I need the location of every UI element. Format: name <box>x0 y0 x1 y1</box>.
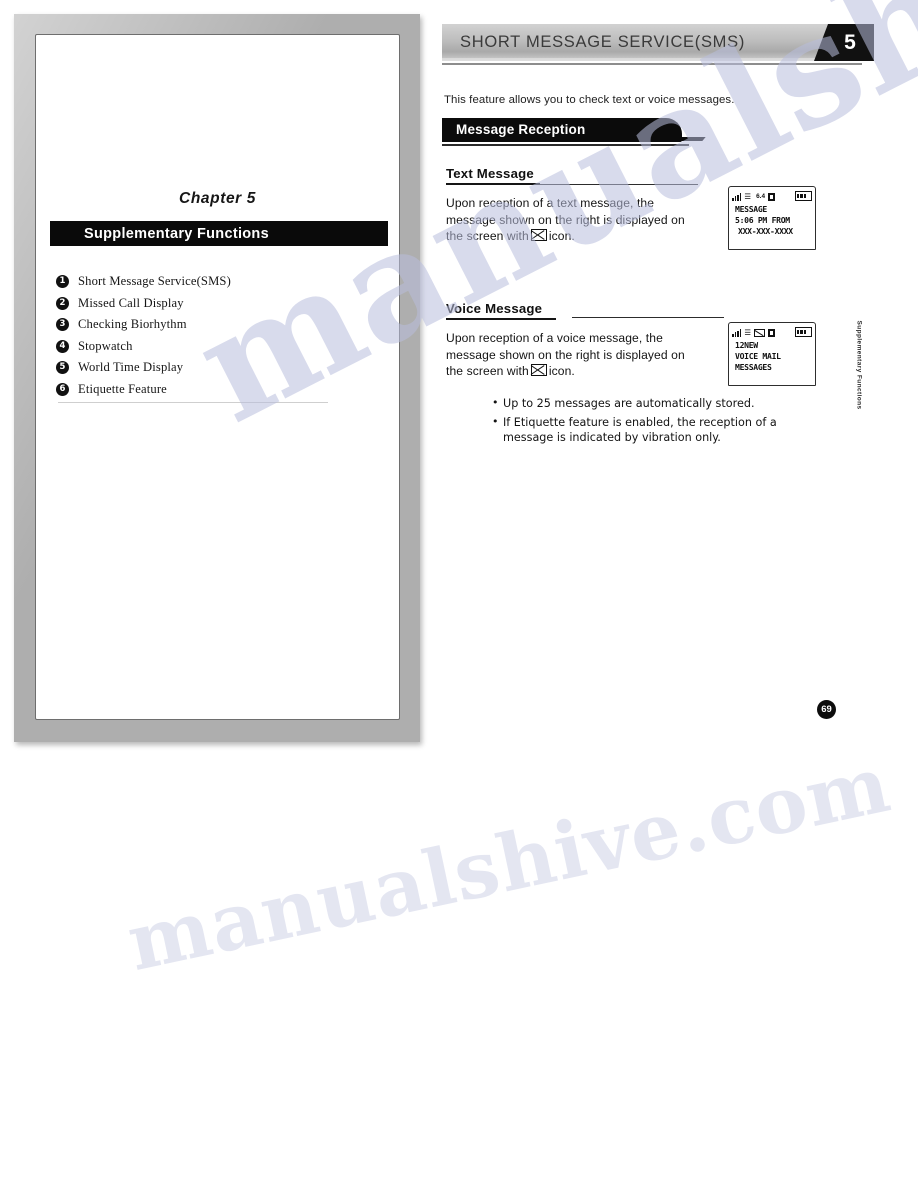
list-item[interactable]: 4 Stopwatch <box>56 336 376 358</box>
body-line: message shown on the right is displayed … <box>446 212 685 227</box>
note-item: Up to 25 messages are automatically stor… <box>492 395 782 411</box>
signal-bars-icon <box>732 193 742 201</box>
heading-underline-extension <box>572 317 724 319</box>
chapter-toc-list: 1 Short Message Service(SMS) 2 Missed Ca… <box>56 271 376 400</box>
roaming-icon: ☰ <box>744 328 752 337</box>
toc-marker-icon: 3 <box>56 318 69 332</box>
envelope-icon <box>754 329 766 337</box>
heading-underline <box>446 318 556 321</box>
toc-item-label: Missed Call Display <box>78 295 184 310</box>
body-line-pre: the screen with <box>446 229 529 244</box>
chapter-title-bar: Supplementary Functions <box>50 221 388 246</box>
lcd-line: VOICE MAIL <box>735 351 781 362</box>
lcd-line: 12NEW <box>735 340 758 350</box>
toc-marker-icon: 1 <box>56 275 69 289</box>
block-icon <box>768 329 776 337</box>
voice-message-body: Upon reception of a voice message, the m… <box>446 330 698 380</box>
notes-list: Up to 25 messages are automatically stor… <box>492 395 782 450</box>
lcd-line: MESSAGES <box>735 362 772 373</box>
manual-content-page: SHORT MESSAGE SERVICE(SMS) 5 This featur… <box>430 0 918 1188</box>
section-banner: Message Reception <box>442 118 706 142</box>
chapter-header-banner: SHORT MESSAGE SERVICE(SMS) 5 <box>442 24 874 61</box>
heading-underline <box>446 183 540 186</box>
lcd-status-number: 6.4 <box>756 193 765 200</box>
page-title: SHORT MESSAGE SERVICE(SMS) <box>460 33 746 51</box>
text-message-heading: Text Message <box>446 166 534 181</box>
block-icon <box>768 193 775 201</box>
lcd-text: 12NEW VOICE MAIL MESSAGES <box>735 340 812 374</box>
envelope-icon <box>530 229 547 242</box>
battery-icon <box>795 327 812 337</box>
toc-marker-icon: 2 <box>56 296 69 310</box>
body-line-post: icon. <box>548 364 575 379</box>
toc-marker-icon: 6 <box>56 382 69 396</box>
signal-bars-icon <box>732 329 742 337</box>
body-line: the screen with icon. <box>446 228 698 245</box>
page-number: 69 <box>817 700 836 719</box>
divider <box>58 402 328 403</box>
lcd-status-bar: ☰ <box>732 326 812 337</box>
voice-message-lcd-screen: ☰ 12NEW VOICE MAIL MESSAGES <box>728 322 816 386</box>
body-line: Upon reception of a voice message, the <box>446 331 663 345</box>
lcd-line: MESSAGE <box>735 204 768 214</box>
list-item[interactable]: 6 Etiquette Feature <box>56 379 376 401</box>
body-line: Upon reception of a text message, the <box>446 196 655 210</box>
body-line: the screen with icon. <box>446 363 698 380</box>
envelope-icon <box>530 364 547 377</box>
toc-item-label: Checking Biorhythm <box>78 317 187 332</box>
heading-underline-extension <box>540 184 698 186</box>
lcd-status-bar: ☰ 6.4 <box>732 190 812 201</box>
body-line: message shown on the right is displayed … <box>446 347 685 362</box>
lcd-text: MESSAGE 5:06 PM FROM XXX-XXX-XXXX <box>735 204 812 238</box>
chapter-opener-page: Chapter 5 Supplementary Functions 1 Shor… <box>14 14 420 742</box>
list-item[interactable]: 1 Short Message Service(SMS) <box>56 271 376 293</box>
chapter-opener-content: Chapter 5 Supplementary Functions 1 Shor… <box>35 34 400 720</box>
header-underline <box>442 63 862 65</box>
list-item[interactable]: 5 World Time Display <box>56 357 376 379</box>
list-item[interactable]: 3 Checking Biorhythm <box>56 314 376 336</box>
lcd-line: 5:06 PM FROM <box>735 215 790 226</box>
note-item: If Etiquette feature is enabled, the rec… <box>492 414 782 445</box>
section-banner-tail <box>640 137 706 141</box>
voice-message-heading: Voice Message <box>446 301 543 316</box>
body-line-post: icon. <box>548 229 575 244</box>
side-tab-text: Supplementary Functions <box>855 320 863 410</box>
section-banner-label: Message Reception <box>456 122 586 137</box>
chapter-label: Chapter 5 <box>179 190 256 207</box>
toc-item-label: Stopwatch <box>78 338 133 353</box>
divider <box>442 144 689 146</box>
roaming-icon: ☰ <box>744 192 752 201</box>
text-message-body: Upon reception of a text message, the me… <box>446 195 698 245</box>
text-message-lcd-screen: ☰ 6.4 MESSAGE 5:06 PM FROM XXX-XXX-XXXX <box>728 186 816 250</box>
battery-icon <box>795 191 812 201</box>
body-line-pre: the screen with <box>446 364 529 379</box>
toc-item-label: Short Message Service(SMS) <box>78 274 231 289</box>
chapter-title: Supplementary Functions <box>84 225 269 242</box>
side-tab-label: Supplementary Functions <box>844 320 863 410</box>
toc-item-label: Etiquette Feature <box>78 381 167 396</box>
intro-text: This feature allows you to check text or… <box>444 94 735 106</box>
toc-marker-icon: 4 <box>56 339 69 353</box>
lcd-line: XXX-XXX-XXXX <box>738 226 793 237</box>
list-item[interactable]: 2 Missed Call Display <box>56 293 376 315</box>
toc-marker-icon: 5 <box>56 361 69 375</box>
toc-item-label: World Time Display <box>78 360 184 375</box>
